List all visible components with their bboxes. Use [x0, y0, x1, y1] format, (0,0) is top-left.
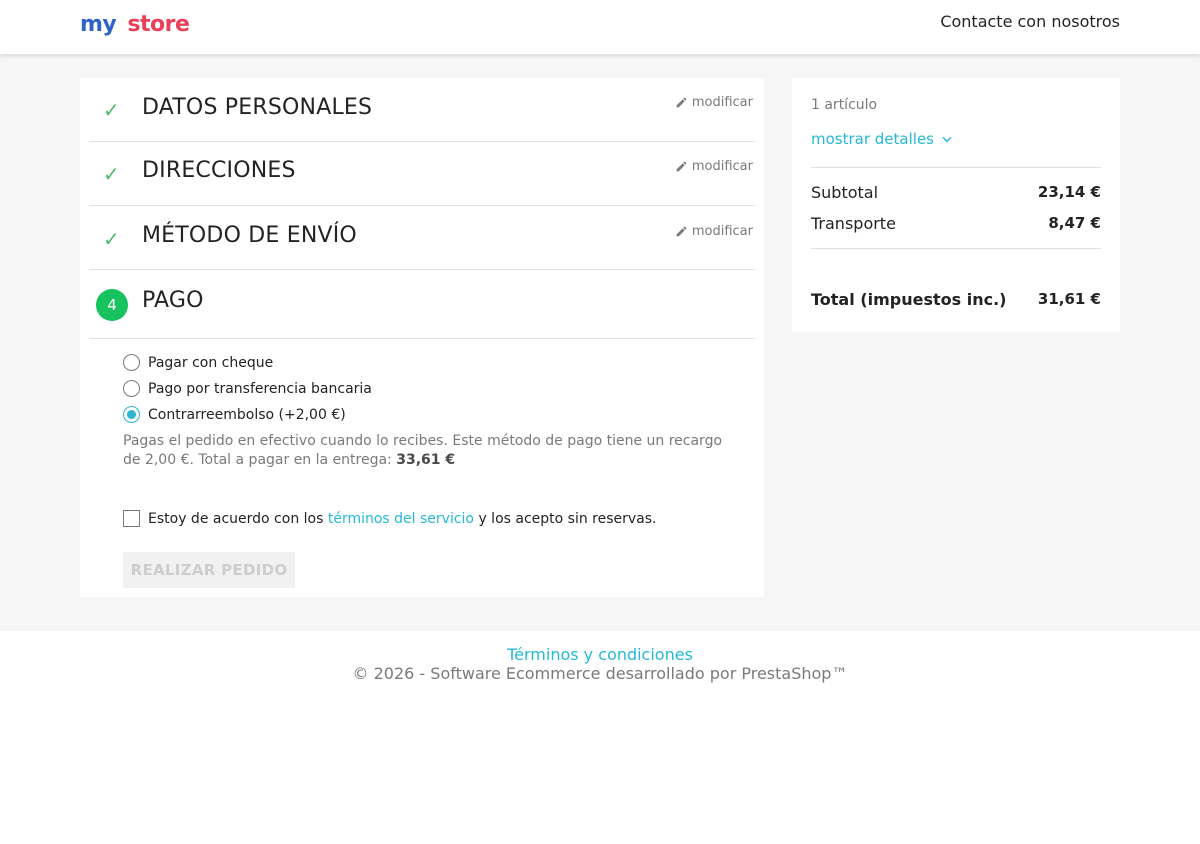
shipping-label: Transporte — [811, 214, 896, 233]
step-addresses[interactable]: ✓ DIRECCIONES modificar — [89, 142, 755, 206]
check-icon: ✓ — [103, 162, 120, 186]
edit-personal-button[interactable]: modificar — [675, 95, 753, 110]
summary-divider — [811, 248, 1101, 249]
step-number-badge: 4 — [96, 289, 128, 321]
step-title: DATOS PERSONALES — [142, 95, 373, 120]
payment-option-cash-on-delivery[interactable]: Contrarreembolso (+2,00 €) — [123, 406, 346, 423]
check-icon: ✓ — [103, 227, 120, 251]
logo-store: store — [127, 12, 190, 37]
footer-copyright: © 2026 - Software Ecommerce desarrollado… — [352, 664, 848, 683]
summary-divider — [811, 167, 1101, 168]
chevron-down-icon — [942, 136, 952, 143]
subtotal-label: Subtotal — [811, 183, 879, 202]
total-row: Total (impuestos inc.) 31,61 € — [811, 290, 1101, 309]
logo-my: my — [80, 12, 117, 37]
terms-text: Estoy de acuerdo con los términos del se… — [148, 511, 657, 527]
checkout-main: ✓ DATOS PERSONALES modificar ✓ DIRECCION… — [0, 54, 1200, 631]
total-value: 31,61 € — [1037, 290, 1101, 308]
shipping-value: 8,47 € — [1048, 214, 1101, 232]
pencil-icon — [676, 97, 687, 108]
payment-option-cheque[interactable]: Pagar con cheque — [123, 354, 273, 371]
place-order-button[interactable]: REALIZAR PEDIDO — [123, 552, 295, 588]
payment-option-bank-transfer[interactable]: Pago por transferencia bancaria — [123, 380, 372, 397]
store-logo[interactable]: my store — [80, 10, 190, 40]
terms-before: Estoy de acuerdo con los — [148, 510, 328, 527]
step-payment: 4 PAGO — [89, 270, 755, 339]
terms-agreement: Estoy de acuerdo con los términos del se… — [123, 510, 657, 527]
terms-after: y los acepto sin reservas. — [474, 510, 657, 527]
check-icon: ✓ — [103, 98, 120, 122]
payment-option-label: Pago por transferencia bancaria — [148, 380, 372, 397]
pencil-icon — [676, 226, 687, 237]
checkout-steps: ✓ DATOS PERSONALES modificar ✓ DIRECCION… — [80, 78, 764, 597]
terms-checkbox[interactable] — [123, 510, 140, 527]
cart-items-count: 1 artículo — [811, 97, 878, 113]
step-title: DIRECCIONES — [142, 158, 296, 183]
footer-terms-link[interactable]: Términos y condiciones — [0, 645, 1200, 664]
radio-cash-on-delivery[interactable] — [123, 406, 140, 423]
site-header: my store Contacte con nosotros — [0, 0, 1200, 54]
payment-description-amount: 33,61 € — [396, 452, 456, 468]
step-shipping-method[interactable]: ✓ MÉTODO DE ENVÍO modificar — [89, 206, 755, 270]
edit-label: modificar — [691, 224, 753, 239]
payment-option-label: Pagar con cheque — [148, 354, 274, 371]
total-label: Total (impuestos inc.) — [811, 290, 1007, 309]
step-personal-info[interactable]: ✓ DATOS PERSONALES modificar — [89, 78, 755, 142]
terms-of-service-link[interactable]: términos del servicio — [328, 511, 474, 527]
show-details-label: mostrar detalles — [811, 130, 934, 148]
radio-cheque[interactable] — [123, 354, 140, 371]
site-footer: Términos y condiciones © 2026 - Software… — [0, 631, 1200, 683]
show-details-toggle[interactable]: mostrar detalles — [811, 130, 954, 148]
subtotal-row: Subtotal 23,14 € — [811, 183, 1101, 202]
shipping-row: Transporte 8,47 € — [811, 214, 1101, 233]
pencil-icon — [676, 161, 687, 172]
contact-link[interactable]: Contacte con nosotros — [940, 12, 1120, 31]
edit-label: modificar — [691, 95, 753, 110]
edit-label: modificar — [691, 159, 753, 174]
edit-addresses-button[interactable]: modificar — [675, 159, 753, 174]
radio-bank-transfer[interactable] — [123, 380, 140, 397]
cart-summary: 1 artículo mostrar detalles Subtotal 23,… — [792, 78, 1120, 332]
payment-option-label: Contrarreembolso (+2,00 €) — [148, 406, 346, 423]
subtotal-value: 23,14 € — [1037, 183, 1101, 201]
step-title: PAGO — [142, 288, 204, 313]
payment-description: Pagas el pedido en efectivo cuando lo re… — [123, 432, 733, 470]
step-title: MÉTODO DE ENVÍO — [142, 223, 357, 248]
edit-shipping-button[interactable]: modificar — [675, 224, 753, 239]
